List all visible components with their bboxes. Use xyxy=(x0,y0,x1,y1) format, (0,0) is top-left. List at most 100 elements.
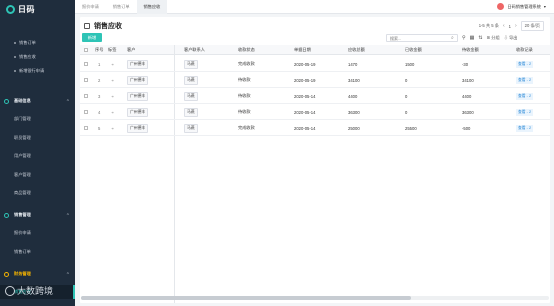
sidebar-item-label: 部门管理 xyxy=(14,116,31,121)
data-table: 序号 标签 客户 客户联系人 收款状态 单据日期 应收总额 已收金额 待收金额 收款记录 1 ⚭ 广州… xyxy=(80,45,550,303)
cell-value: -500 xyxy=(462,125,471,131)
pager-current[interactable]: 1 xyxy=(509,24,511,29)
group-button[interactable]: ⊞ 分组 xyxy=(487,35,500,41)
sidebar-item-10[interactable]: 报价申请 xyxy=(0,226,75,240)
cell-action[interactable]: 查看 - 2 xyxy=(516,104,534,120)
prev-page-icon[interactable]: ‹ xyxy=(503,23,505,29)
user-name: 日码销售管理系统 xyxy=(507,3,541,9)
search-icon[interactable]: ⌕ xyxy=(451,35,454,41)
column-header[interactable]: 序号 xyxy=(95,45,103,55)
link-icon[interactable]: ⚭ xyxy=(111,72,115,88)
sidebar-item-5[interactable]: 职员管理 xyxy=(0,131,75,145)
sidebar-item-7[interactable]: 客户管理 xyxy=(0,168,75,182)
sidebar-group-12[interactable]: 财务管理 ^ xyxy=(0,267,75,281)
row-number: 3 xyxy=(98,93,101,99)
row-checkbox[interactable] xyxy=(84,78,88,82)
tab-sales-order[interactable]: 销售订单 xyxy=(106,0,137,14)
column-header[interactable]: 客户 xyxy=(127,45,135,55)
link-icon[interactable]: ⚭ xyxy=(111,120,115,136)
sidebar-item-4[interactable]: 部门管理 xyxy=(0,112,75,126)
columns-icon[interactable]: ▦ xyxy=(470,35,475,41)
column-header[interactable]: 标签 xyxy=(108,45,116,55)
cell-value: 待收款 xyxy=(238,109,251,114)
cell-value: 4400 xyxy=(462,93,472,99)
view-record-link[interactable]: 查看 - 2 xyxy=(516,124,534,132)
sidebar-group-9[interactable]: 销售管理 ^ xyxy=(0,208,75,222)
sidebar-item-6[interactable]: 用户管理 xyxy=(0,149,75,163)
select-all-checkbox[interactable] xyxy=(84,45,88,55)
sidebar-item-8[interactable]: 商品管理 xyxy=(0,186,75,200)
tab-sales-receivable[interactable]: 销售应收 xyxy=(136,0,168,14)
group-icon xyxy=(4,271,9,277)
sidebar-group-3[interactable]: 基础信息 ^ xyxy=(0,94,75,108)
cell-action[interactable]: 查看 - 2 xyxy=(516,72,534,88)
row-number: 1 xyxy=(98,61,101,67)
row-checkbox[interactable] xyxy=(84,62,88,66)
link-icon[interactable]: ⚭ xyxy=(111,104,115,120)
filter-icon[interactable]: ⚲ xyxy=(462,35,466,41)
row-checkbox[interactable] xyxy=(84,110,88,114)
toolbar: ⚲ ▦ ⇅ ⊞ 分组 ⇩ 导出 xyxy=(462,34,517,42)
row-checkbox[interactable] xyxy=(84,94,88,98)
view-record-link[interactable]: 查看 - 2 xyxy=(516,60,534,68)
column-header[interactable]: 待收金额 xyxy=(462,45,479,55)
column-header[interactable]: 应收总额 xyxy=(348,45,365,55)
sort-icon[interactable]: ⇅ xyxy=(478,35,482,41)
sidebar-item-label: 财务管理 xyxy=(14,271,31,276)
cell-date: 2020-05-14 xyxy=(294,120,315,136)
row-select-cell[interactable] xyxy=(84,120,88,136)
sidebar-item-2[interactable]: 新增银行申请 xyxy=(0,64,75,78)
cell-value: -30 xyxy=(462,61,469,67)
page-size-select[interactable]: 20 条/页 xyxy=(520,21,544,31)
cell-value: 待收款 xyxy=(238,93,251,98)
table-row[interactable]: 5 ⚭ 广州德丰 马燕 完成收款 2020-05-14 25000 25500 -500 查看 -… xyxy=(80,120,550,136)
column-header[interactable]: 客户联系人 xyxy=(184,45,205,55)
table-row[interactable]: 2 ⚭ 广州德丰 马燕 待收款 2020-05-19 34100 0 34100 查看 - 2 xyxy=(80,72,550,88)
cell-received: 0 xyxy=(405,72,407,88)
cell-total: 4400 xyxy=(348,88,357,104)
add-button[interactable]: 新增 xyxy=(82,33,102,42)
horizontal-scrollbar[interactable] xyxy=(81,296,411,300)
row-select-cell[interactable] xyxy=(84,104,88,120)
export-icon: ⇩ xyxy=(503,35,508,40)
row-select-cell[interactable] xyxy=(84,72,88,88)
cell-action[interactable]: 查看 - 2 xyxy=(516,120,534,136)
chevron-up-icon: ^ xyxy=(66,98,69,103)
link-icon[interactable]: ⚭ xyxy=(111,56,115,72)
cell-value: 完成收款 xyxy=(238,125,255,130)
cell-value: 34100 xyxy=(462,77,474,83)
sidebar-item-1[interactable]: 销售应收 xyxy=(0,50,75,64)
sidebar-item-11[interactable]: 销售订单 xyxy=(0,245,75,259)
brand: 日码 xyxy=(0,0,75,18)
next-page-icon[interactable]: › xyxy=(515,23,517,29)
view-record-link[interactable]: 查看 - 2 xyxy=(516,108,534,116)
column-header[interactable]: 收款记录 xyxy=(516,45,533,55)
user-menu[interactable]: 日码销售管理系统 ▾ xyxy=(497,3,546,10)
table-row[interactable]: 4 ⚭ 广州德丰 马燕 待收款 2020-05-14 36300 0 36300 查看 - 2 xyxy=(80,104,550,120)
table-row[interactable]: 1 ⚭ 广州德丰 马燕 完成收款 2020-05-19 1470 1500 -30 查看 - 2 xyxy=(80,56,550,72)
view-record-link[interactable]: 查看 - 2 xyxy=(516,92,534,100)
column-header[interactable]: 收款状态 xyxy=(238,45,255,55)
cell-action[interactable]: 查看 - 2 xyxy=(516,88,534,104)
group-label: 分组 xyxy=(491,35,500,40)
row-select-cell[interactable] xyxy=(84,88,88,104)
column-header[interactable]: 已收金额 xyxy=(405,45,422,55)
cell-value: 广州德丰 xyxy=(127,59,149,69)
cell-value: 广州德丰 xyxy=(127,75,149,85)
export-button[interactable]: ⇩ 导出 xyxy=(504,35,518,41)
cell-value: 0 xyxy=(405,93,408,99)
row-select-cell[interactable] xyxy=(84,56,88,72)
cell-value: 广州德丰 xyxy=(127,107,149,117)
cell-received: 0 xyxy=(405,104,407,120)
column-header[interactable]: 单据日期 xyxy=(294,45,311,55)
row-checkbox[interactable] xyxy=(84,126,88,130)
search-input[interactable] xyxy=(386,34,458,42)
view-record-link[interactable]: 查看 - 2 xyxy=(516,76,534,84)
table-row[interactable]: 3 ⚭ 广州德丰 马燕 待收款 2020-05-14 4400 0 4400 查看 - 2 xyxy=(80,88,550,104)
topbar: 报价申请 销售订单 销售应收 日码销售管理系统 ▾ xyxy=(75,0,554,14)
link-icon[interactable]: ⚭ xyxy=(111,88,115,104)
sidebar-item-0[interactable]: 销售订单 xyxy=(0,36,75,50)
cell-action[interactable]: 查看 - 2 xyxy=(516,56,534,72)
tab-quote[interactable]: 报价申请 xyxy=(75,0,106,14)
sidebar-item-label: 用户管理 xyxy=(14,153,31,158)
